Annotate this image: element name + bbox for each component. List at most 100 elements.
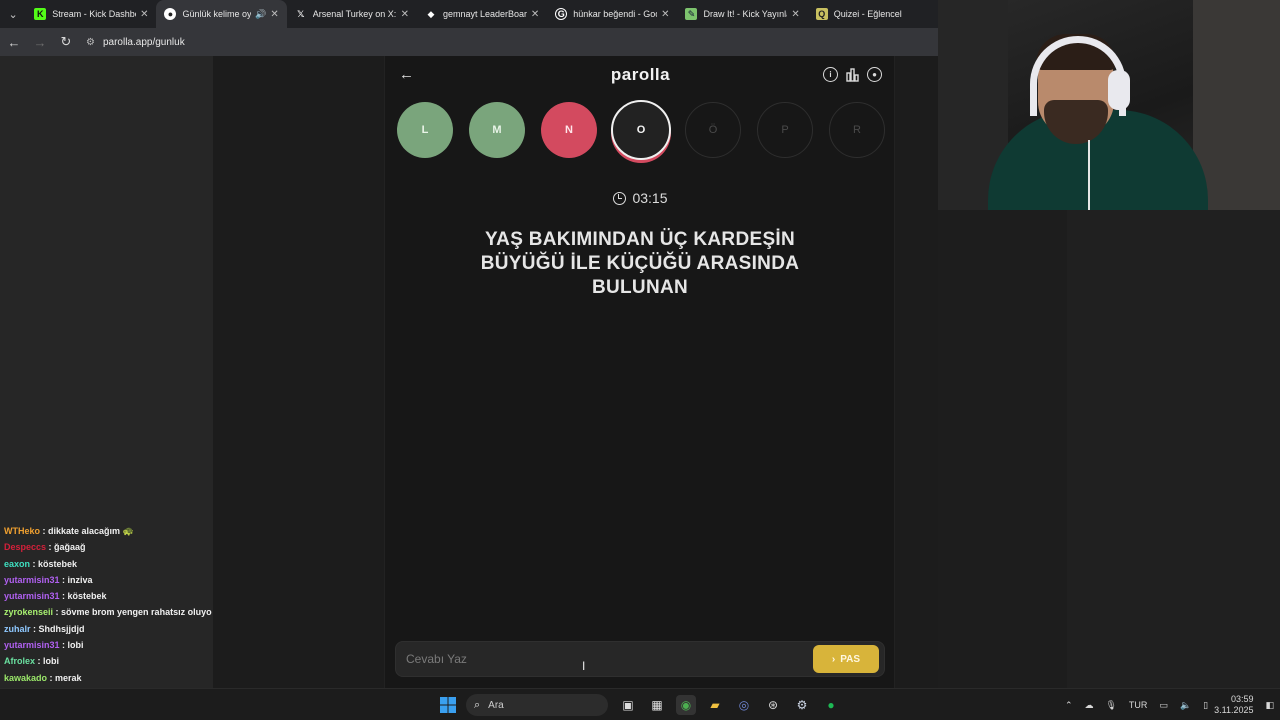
stats-icon[interactable] bbox=[845, 67, 860, 82]
stream-overlay-panel-right bbox=[1067, 210, 1280, 688]
taskbar-search[interactable]: ⌕ Ara bbox=[466, 694, 608, 716]
chat-separator: : bbox=[59, 591, 68, 602]
search-icon: ⌕ bbox=[474, 698, 481, 711]
language-indicator[interactable]: TUR bbox=[1129, 700, 1148, 710]
letter-circle: L bbox=[397, 102, 453, 158]
battery-icon[interactable]: ▯ bbox=[1203, 700, 1208, 711]
steam-icon[interactable]: ⚙ bbox=[792, 695, 812, 715]
windows-start-icon[interactable] bbox=[438, 695, 458, 715]
microphone-icon[interactable]: 🎙 bbox=[1105, 700, 1116, 711]
timer-value: 03:15 bbox=[632, 190, 668, 206]
chat-username[interactable]: kawakado bbox=[4, 673, 47, 683]
chat-text: inziva bbox=[67, 574, 93, 585]
chat-text: köstebek bbox=[38, 558, 78, 569]
tab-leaderboard[interactable]: ◆ gemnayt LeaderBoard | Ti ✕ bbox=[417, 0, 547, 28]
chat-username[interactable]: yutarmisin31 bbox=[4, 575, 60, 585]
store-icon[interactable]: ▦ bbox=[647, 695, 667, 715]
webcam-feed bbox=[938, 0, 1280, 210]
question-text: YAŞ BAKIMINDAN ÜÇ KARDEŞİN BÜYÜĞÜ İLE KÜ… bbox=[480, 229, 800, 298]
header-actions: i ● bbox=[823, 67, 882, 82]
chat-separator: : bbox=[59, 640, 68, 651]
tab-strip: ⌄ K Stream - Kick Dashboard ✕ ● Günlük k… bbox=[0, 0, 938, 28]
clock-date: 3.11.2025 bbox=[1214, 705, 1254, 715]
site-settings-icon[interactable]: ⚙ bbox=[86, 37, 95, 48]
clock-time: 03:59 bbox=[1230, 694, 1254, 704]
chat-message: zyrokenseii : sövme brom yengen rahatsız… bbox=[4, 607, 214, 623]
close-icon[interactable]: ✕ bbox=[791, 9, 799, 20]
windows-taskbar: ⌕ Ara ▣ ▦ ◉ ▰ ◎ ⊛ ⚙ ● ⌃ ☁ 🎙 TUR ▭ 🔈 ▯ 03… bbox=[0, 688, 1280, 720]
chat-separator: : bbox=[35, 656, 44, 667]
close-icon[interactable]: ✕ bbox=[140, 9, 148, 20]
chat-message: zuhalr : Shdhsjjdjd bbox=[4, 624, 214, 640]
network-icon[interactable]: ▭ bbox=[1159, 700, 1168, 711]
clock-icon bbox=[613, 191, 627, 205]
tab-draw-it[interactable]: ✎ Draw It! - Kick Yayınları iç ✕ bbox=[677, 0, 807, 28]
pass-button[interactable]: › PAS bbox=[813, 645, 879, 673]
headset-earcup bbox=[1108, 70, 1130, 110]
chrome-icon[interactable]: ◉ bbox=[676, 695, 696, 715]
chat-text: ğağaağ bbox=[54, 542, 86, 553]
info-icon[interactable]: i bbox=[823, 67, 838, 82]
forward-icon[interactable]: → bbox=[28, 30, 52, 54]
close-icon[interactable]: ✕ bbox=[401, 9, 409, 20]
chat-separator: : bbox=[30, 623, 39, 634]
chat-text: dikkate alacağım 🐢 bbox=[48, 526, 134, 536]
page-margin-right bbox=[895, 56, 938, 688]
chat-username[interactable]: Despeccs bbox=[4, 542, 46, 552]
app-icon[interactable]: ⊛ bbox=[763, 695, 783, 715]
tab-quizei[interactable]: Q Quizei - Eğlencel bbox=[808, 0, 938, 28]
kick-icon: K bbox=[34, 8, 47, 20]
back-arrow-icon[interactable]: ← bbox=[399, 66, 414, 83]
back-icon[interactable]: ← bbox=[2, 30, 26, 54]
close-icon[interactable]: ✕ bbox=[661, 9, 669, 20]
chevron-right-icon: › bbox=[831, 653, 836, 665]
chat-separator: : bbox=[59, 574, 68, 585]
discord-icon[interactable]: ◎ bbox=[734, 695, 754, 715]
chat-username[interactable]: WTHeko bbox=[4, 526, 40, 536]
letter-circle-current: O bbox=[611, 100, 671, 160]
task-view-icon[interactable]: ▣ bbox=[618, 695, 638, 715]
chat-username[interactable]: zyrokenseii bbox=[4, 607, 53, 617]
chat-username[interactable]: eaxon bbox=[4, 559, 30, 569]
cloud-icon[interactable]: ☁ bbox=[1084, 700, 1093, 711]
chat-username[interactable]: Afrolex bbox=[4, 656, 35, 666]
tab-title: gemnayt LeaderBoard | Ti bbox=[442, 9, 527, 19]
tab-kick-dashboard[interactable]: K Stream - Kick Dashboard ✕ bbox=[26, 0, 156, 28]
letter-circle: P bbox=[757, 102, 813, 158]
close-icon[interactable]: ✕ bbox=[270, 9, 278, 20]
notification-icon[interactable]: ◧ bbox=[1265, 700, 1274, 711]
drawit-icon: ✎ bbox=[685, 8, 698, 20]
volume-icon[interactable]: 🔈 bbox=[1180, 700, 1191, 711]
url-field[interactable]: ⚙ parolla.app/gunluk bbox=[86, 31, 926, 53]
profile-icon[interactable]: ● bbox=[867, 67, 882, 82]
answer-bar: › PAS bbox=[395, 641, 885, 677]
chat-username[interactable]: zuhalr bbox=[4, 624, 31, 634]
quizei-icon: Q bbox=[815, 8, 828, 20]
headset-cable bbox=[1088, 140, 1090, 210]
tab-title: Draw It! - Kick Yayınları iç bbox=[703, 9, 787, 19]
chat-username[interactable]: yutarmisin31 bbox=[4, 591, 60, 601]
tab-arsenal-turkey[interactable]: 𝕏 Arsenal Turkey on X: "http ✕ bbox=[287, 0, 417, 28]
tab-google[interactable]: G hünkar beğendi - Google ✕ bbox=[547, 0, 677, 28]
reload-icon[interactable]: ↻ bbox=[54, 30, 78, 54]
tab-gunluk[interactable]: ● Günlük kelime oyunu 🔊 ✕ bbox=[156, 0, 287, 28]
chevron-up-icon[interactable]: ⌃ bbox=[1065, 700, 1073, 711]
app-header: ← parolla i ● bbox=[385, 56, 896, 94]
parolla-icon: ● bbox=[164, 8, 177, 20]
letter-circle: Ö bbox=[685, 102, 741, 158]
speaker-icon[interactable]: 🔊 bbox=[255, 9, 266, 20]
letter-row: L M N O Ö P R bbox=[397, 100, 887, 162]
pass-label: PAS bbox=[840, 653, 861, 665]
chat-username[interactable]: yutarmisin31 bbox=[4, 640, 60, 650]
spotify-icon[interactable]: ● bbox=[821, 695, 841, 715]
system-tray: ⌃ ☁ 🎙 TUR ▭ 🔈 ▯ 03:59 3.11.2025 ◧ bbox=[1059, 689, 1280, 720]
clock[interactable]: 03:59 3.11.2025 bbox=[1214, 694, 1253, 716]
tab-search-chevron-icon[interactable]: ⌄ bbox=[0, 0, 26, 28]
letter-circle: R bbox=[829, 102, 885, 158]
answer-input[interactable] bbox=[396, 652, 813, 666]
diamond-icon: ◆ bbox=[427, 8, 435, 19]
stream-overlay-panel bbox=[938, 210, 1067, 688]
file-explorer-icon[interactable]: ▰ bbox=[705, 695, 725, 715]
close-icon[interactable]: ✕ bbox=[531, 9, 539, 20]
chat-message: kawakado : merak bbox=[4, 673, 214, 689]
